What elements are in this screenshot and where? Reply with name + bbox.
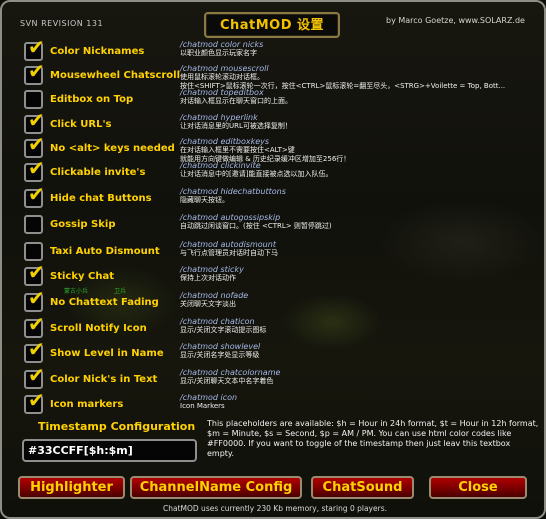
chatsound-button[interactable]: ChatSound — [311, 476, 414, 499]
option-checkbox[interactable]: ✔ — [24, 262, 45, 286]
option-command: /chatmod hyperlink — [180, 113, 258, 122]
channelname-config-button[interactable]: ChannelName Config — [130, 476, 302, 499]
option-row: ✔ Color Nicknames/chatmod color nicks 以职业颜… — [2, 37, 544, 66]
option-command: /chatmod color nicks — [180, 40, 264, 49]
checkmark-icon: ✔ — [28, 286, 45, 310]
option-checkbox[interactable]: ✔ — [24, 61, 45, 85]
checkmark-icon: ✔ — [28, 59, 45, 83]
option-command: /chatmod chatcolorname — [180, 368, 281, 377]
timestamp-format-input[interactable]: #33CCFF[$h:$m] — [22, 439, 197, 462]
highlighter-button[interactable]: Highlighter — [18, 476, 125, 499]
option-label: Scroll Notify Icon — [50, 323, 147, 334]
option-command: /chatmod autodismount — [180, 240, 276, 249]
option-row: ✔ No <alt> keys needed/chatmod editboxkey… — [2, 134, 544, 163]
option-description: 与飞行点管理员对话时自动下马 — [180, 249, 278, 257]
option-checkbox[interactable]: ✔ — [24, 184, 45, 208]
option-checkbox[interactable] — [24, 90, 43, 109]
title-plate: ChatMOD 设置 — [204, 12, 340, 38]
background-name-tag: 蒙古小兵 — [64, 288, 89, 295]
checkmark-icon: ✔ — [28, 35, 45, 59]
memory-status: ChatMOD uses currently 230 Kb memory, st… — [163, 504, 387, 513]
option-label: Hide chat Buttons — [50, 193, 152, 204]
option-label: Editbox on Top — [50, 94, 134, 105]
option-description: 以职业颜色显示玩家名字 — [180, 49, 257, 57]
checkmark-icon: ✔ — [28, 337, 45, 361]
option-checkbox[interactable]: ✔ — [24, 365, 45, 389]
option-label: No Chattext Fading — [50, 297, 159, 308]
option-label: Sticky Chat — [50, 271, 114, 282]
option-checkbox[interactable]: ✔ — [24, 390, 45, 414]
option-description: 保持上次对话动作 — [180, 274, 236, 282]
timestamp-help-text: This placeholders are available: $h = Ho… — [207, 419, 539, 458]
option-row: ✔ Clickable invite's/chatmod clickinvite 让… — [2, 158, 544, 187]
option-checkbox[interactable]: ✔ — [24, 288, 45, 312]
option-checkbox[interactable]: ✔ — [24, 314, 45, 338]
option-row: ✔ Mousewheel Chatscroll/chatmod mousescro… — [2, 61, 544, 90]
window-title: ChatMOD 设置 — [219, 18, 325, 33]
chatmod-settings-window: ChatMOD 设置 by Marco Goetze, www.SOLARZ.d… — [0, 0, 546, 519]
option-row: ✔ Show Level in Name/chatmod showlevel 显示/… — [2, 339, 544, 368]
option-description: 隐藏聊天按钮。 — [180, 196, 229, 204]
timestamp-config-title: Timestamp Configuration — [38, 420, 196, 433]
checkmark-icon: ✔ — [28, 312, 45, 336]
checkmark-icon: ✔ — [28, 132, 45, 156]
option-label: Show Level in Name — [50, 348, 164, 359]
option-label: Gossip Skip — [50, 219, 116, 230]
option-command: /chatmod clickinvite — [180, 161, 261, 170]
checkmark-icon: ✔ — [28, 363, 45, 387]
revision-label: SVN REVISION 131 — [20, 19, 104, 28]
close-button[interactable]: Close — [429, 476, 527, 499]
checkmark-icon: ✔ — [28, 388, 45, 412]
option-row: ✔ Click URL's/chatmod hyperlink 让对话消息里的URL… — [2, 110, 544, 139]
option-description: 对话输入框显示在聊天窗口的上面。 — [180, 97, 292, 105]
checkmark-icon: ✔ — [28, 156, 45, 180]
option-row: ✔ Icon markers/chatmod icon Icon Markers — [2, 390, 544, 419]
option-label: No <alt> keys needed — [50, 143, 175, 154]
option-command: /chatmod showlevel — [180, 342, 261, 351]
option-description: 让对话消息中的[邀请]能直接被点选以加入队伍。 — [180, 170, 333, 178]
option-row: Gossip Skip/chatmod autogossipskip 自动跳过闲谈… — [2, 213, 544, 239]
option-label: Icon markers — [50, 399, 124, 410]
option-command: /chatmod hidechatbuttons — [180, 187, 286, 196]
option-description: 关闭聊天文字淡出 — [180, 300, 236, 308]
option-checkbox[interactable] — [24, 215, 43, 234]
option-label: Clickable invite's — [50, 167, 146, 178]
option-label: Mousewheel Chatscroll — [50, 70, 181, 81]
option-checkbox[interactable]: ✔ — [24, 158, 45, 182]
checkmark-icon: ✔ — [28, 108, 45, 132]
background-name-tag: 卫兵 — [114, 288, 127, 295]
option-description: 显示/关闭聊天文本中名字着色 — [180, 377, 274, 385]
option-row: ✔ Hide chat Buttons/chatmod hidechatbutto… — [2, 184, 544, 213]
checkmark-icon: ✔ — [28, 260, 45, 284]
option-description: 让对话消息里的URL可被选择复制！ — [180, 122, 292, 130]
option-command: /chatmod topeditbox — [180, 88, 264, 97]
option-checkbox[interactable]: ✔ — [24, 339, 45, 363]
option-row: ✔ No Chattext Fading/chatmod nofade 关闭聊天文字… — [2, 288, 544, 317]
option-label: Taxi Auto Dismount — [50, 246, 160, 257]
option-row: ✔ Color Nick's in Text/chatmod chatcolorn… — [2, 365, 544, 394]
option-command: /chatmod nofade — [180, 291, 249, 300]
option-row: ✔ Scroll Notify Icon/chatmod chaticon 显示/关… — [2, 314, 544, 343]
option-command: /chatmod mousescroll — [180, 64, 269, 73]
option-command: /chatmod sticky — [180, 265, 244, 274]
option-command: /chatmod chaticon — [180, 317, 255, 326]
option-label: Color Nick's in Text — [50, 374, 158, 385]
option-label: Click URL's — [50, 119, 112, 130]
option-command: /chatmod editboxkeys — [180, 137, 270, 146]
option-row: Editbox on Top/chatmod topeditbox 对话输入框显示… — [2, 88, 544, 114]
option-description: 显示/关闭名字处显示等级 — [180, 351, 260, 359]
checkmark-icon: ✔ — [28, 182, 45, 206]
option-row: Taxi Auto Dismount/chatmod autodismount 与… — [2, 240, 544, 266]
option-command: /chatmod autogossipskip — [180, 213, 281, 222]
author-credit: by Marco Goetze, www.SOLARZ.de — [386, 16, 525, 25]
option-description: 显示/关闭文字滚动提示图标 — [180, 326, 267, 334]
option-description: Icon Markers — [180, 402, 225, 410]
option-command: /chatmod icon — [180, 393, 238, 402]
option-label: Color Nicknames — [50, 46, 145, 57]
option-checkbox[interactable] — [24, 242, 43, 261]
option-description: 自动跳过闲谈窗口。(按住 <CTRL> 则暂停跳过) — [180, 222, 332, 230]
